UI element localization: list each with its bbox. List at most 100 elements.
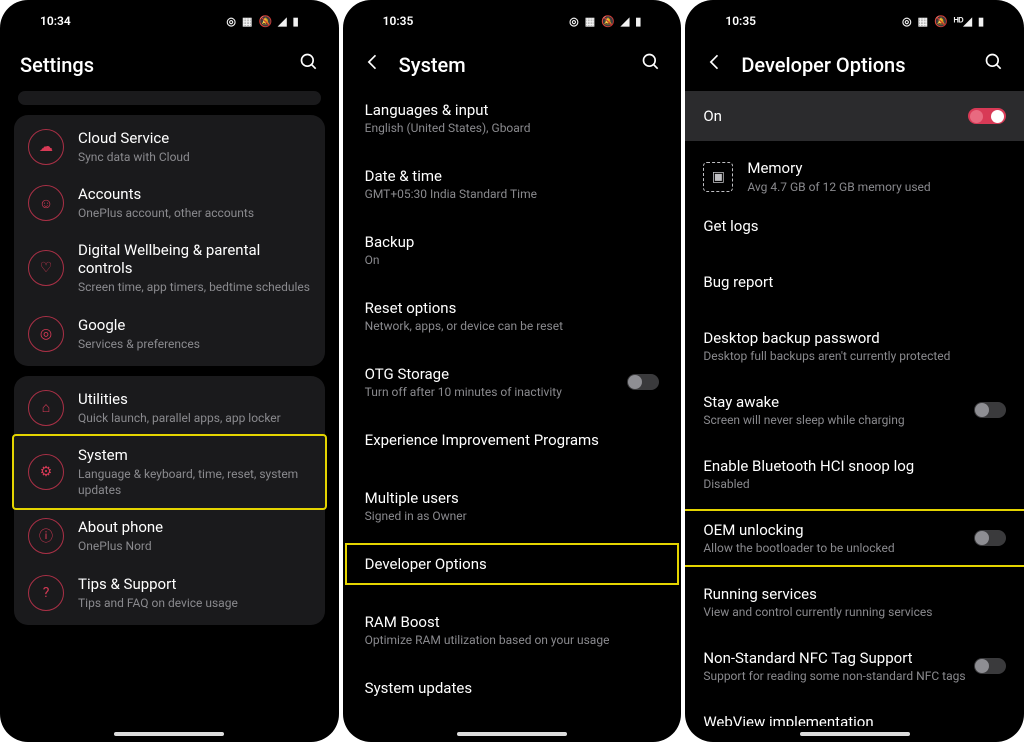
row-title: Developer Options	[365, 555, 660, 573]
memory-row[interactable]: ▣ Memory Avg 4.7 GB of 12 GB memory used	[685, 147, 1024, 207]
system-row-developer-options[interactable]: Developer Options	[347, 545, 678, 583]
row-title: Enable Bluetooth HCI snoop log	[703, 457, 1006, 475]
row-title: WebView implementation	[703, 713, 1006, 726]
toggle[interactable]	[974, 402, 1006, 418]
toggle[interactable]	[974, 658, 1006, 674]
row-title: Experience Improvement Programs	[365, 431, 660, 449]
system-row-date-time[interactable]: Date & timeGMT+05:30 India Standard Time	[347, 157, 678, 211]
toggle[interactable]	[627, 374, 659, 390]
settings-row-utilities[interactable]: ⌂UtilitiesQuick launch, parallel apps, a…	[14, 380, 325, 436]
settings-row-accounts[interactable]: ☺AccountsOnePlus account, other accounts	[14, 175, 325, 231]
status-bar: 10:35 ◎ ▦ 🔕 ᴴᴰ◢ ▮	[685, 0, 1024, 36]
settings-row-system[interactable]: ⚙SystemLanguage & keyboard, time, reset,…	[14, 436, 325, 508]
signal-icon: ◢	[278, 15, 286, 28]
about-phone-icon: ⓘ	[28, 518, 64, 554]
status-bar: 10:34 ◎ ▦ 🔕 ◢ ▮	[0, 0, 339, 36]
row-title: Stay awake	[703, 393, 1006, 411]
clock: 10:35	[725, 14, 756, 28]
dev-row-bug-report[interactable]: Bug report	[685, 263, 1024, 301]
mute-icon: 🔕	[601, 15, 615, 28]
row-title: OEM unlocking	[703, 521, 1006, 539]
dev-row-desktop-backup-password[interactable]: Desktop backup password Desktop full back…	[685, 319, 1024, 373]
row-subtitle: Desktop full backups aren't currently pr…	[703, 349, 1006, 363]
row-subtitle: Turn off after 10 minutes of inactivity	[365, 385, 660, 399]
on-label: On	[703, 107, 722, 125]
system-row-reset-options[interactable]: Reset optionsNetwork, apps, or device ca…	[347, 289, 678, 343]
row-title: Tips & Support	[78, 575, 311, 593]
row-title: Utilities	[78, 390, 311, 408]
row-subtitle: English (United States), Gboard	[365, 121, 660, 135]
system-row-ram-boost[interactable]: RAM BoostOptimize RAM utilization based …	[347, 603, 678, 657]
back-icon[interactable]	[363, 52, 383, 77]
mute-icon: 🔕	[934, 15, 948, 28]
battery-icon: ▮	[635, 15, 641, 28]
master-toggle-row[interactable]: On	[685, 91, 1024, 141]
row-subtitle: Disabled	[703, 477, 1006, 491]
system-icon: ⚙	[28, 454, 64, 490]
system-row-experience-improvement-programs[interactable]: Experience Improvement Programs	[347, 421, 678, 459]
row-title: Multiple users	[365, 489, 660, 507]
developer-content[interactable]: On ▣ Memory Avg 4.7 GB of 12 GB memory u…	[685, 91, 1024, 726]
clock: 10:35	[383, 14, 414, 28]
row-subtitle: OnePlus Nord	[78, 538, 311, 554]
home-indicator[interactable]	[114, 732, 224, 736]
memory-sub: Avg 4.7 GB of 12 GB memory used	[747, 179, 1006, 195]
dev-row-stay-awake[interactable]: Stay awakeScreen will never sleep while …	[685, 383, 1024, 437]
system-row-system-updates[interactable]: System updates	[347, 669, 678, 707]
dev-row-running-services[interactable]: Running servicesView and control current…	[685, 575, 1024, 629]
system-row-otg-storage[interactable]: OTG Storage Turn off after 10 minutes of …	[347, 355, 678, 409]
settings-row-cloud-service[interactable]: ☁Cloud ServiceSync data with Cloud	[14, 119, 325, 175]
settings-row-google[interactable]: ◎ Google Services & preferences	[14, 306, 325, 362]
digital-wellbeing-parental-controls-icon: ♡	[28, 250, 64, 286]
row-subtitle: Allow the bootloader to be unlocked	[703, 541, 1006, 555]
header: Settings	[0, 36, 339, 91]
settings-row-about-phone[interactable]: ⓘAbout phoneOnePlus Nord	[14, 508, 325, 564]
row-subtitle: Sync data with Cloud	[78, 149, 311, 165]
search-icon[interactable]	[641, 52, 661, 77]
toggle[interactable]	[974, 530, 1006, 546]
system-row-backup[interactable]: BackupOn	[347, 223, 678, 277]
hotspot-icon: ◎	[569, 15, 579, 28]
row-subtitle: Services & preferences	[78, 336, 311, 352]
row-title: Cloud Service	[78, 129, 311, 147]
mute-icon: 🔕	[258, 15, 272, 28]
back-icon[interactable]	[705, 52, 725, 77]
search-icon[interactable]	[984, 52, 1004, 77]
dev-row-get-logs[interactable]: Get logs	[685, 207, 1024, 245]
home-indicator[interactable]	[457, 732, 567, 736]
header: Developer Options	[685, 36, 1024, 91]
master-toggle[interactable]	[968, 108, 1006, 124]
battery-icon: ▮	[978, 15, 984, 28]
row-title: Get logs	[703, 217, 1006, 235]
settings-row-tips-support[interactable]: ?Tips & SupportTips and FAQ on device us…	[14, 565, 325, 621]
row-title: OTG Storage	[365, 365, 660, 383]
dev-row-non-standard-nfc-tag-support[interactable]: Non-Standard NFC Tag SupportSupport for …	[685, 639, 1024, 693]
google-icon: ◎	[28, 316, 64, 352]
system-row-languages-input[interactable]: Languages & inputEnglish (United States)…	[347, 91, 678, 145]
row-subtitle: On	[365, 253, 660, 267]
accounts-icon: ☺	[28, 185, 64, 221]
screen-settings: 10:34 ◎ ▦ 🔕 ◢ ▮ Settings ☁Cloud ServiceS…	[0, 0, 339, 742]
home-indicator[interactable]	[800, 732, 910, 736]
dev-row-webview-implementation[interactable]: WebView implementationAndroid System Web…	[685, 703, 1024, 726]
hotspot-icon: ◎	[226, 15, 236, 28]
status-icons: ◎ ▦ 🔕 ◢ ▮	[226, 15, 298, 28]
row-title: Google	[78, 316, 311, 334]
dev-row-oem-unlocking[interactable]: OEM unlocking Allow the bootloader to be …	[685, 511, 1024, 565]
header: System	[343, 36, 682, 91]
row-subtitle: GMT+05:30 India Standard Time	[365, 187, 660, 201]
row-subtitle: Signed in as Owner	[365, 509, 660, 523]
row-subtitle: View and control currently running servi…	[703, 605, 1006, 619]
tips-support-icon: ?	[28, 575, 64, 611]
settings-row-digital-wellbeing-parental-controls[interactable]: ♡Digital Wellbeing & parental controlsSc…	[14, 231, 325, 305]
row-title: Digital Wellbeing & parental controls	[78, 241, 311, 277]
system-content[interactable]: Languages & inputEnglish (United States)…	[343, 91, 682, 726]
row-subtitle: Quick launch, parallel apps, app locker	[78, 410, 311, 426]
row-title: Desktop backup password	[703, 329, 1006, 347]
search-icon[interactable]	[299, 52, 319, 77]
clock: 10:34	[40, 14, 71, 28]
row-subtitle: Language & keyboard, time, reset, system…	[78, 466, 311, 498]
settings-content[interactable]: ☁Cloud ServiceSync data with Cloud☺Accou…	[0, 91, 339, 726]
dev-row-enable-bluetooth-hci-snoop-log[interactable]: Enable Bluetooth HCI snoop log Disabled	[685, 447, 1024, 501]
system-row-multiple-users[interactable]: Multiple users Signed in as Owner	[347, 479, 678, 533]
